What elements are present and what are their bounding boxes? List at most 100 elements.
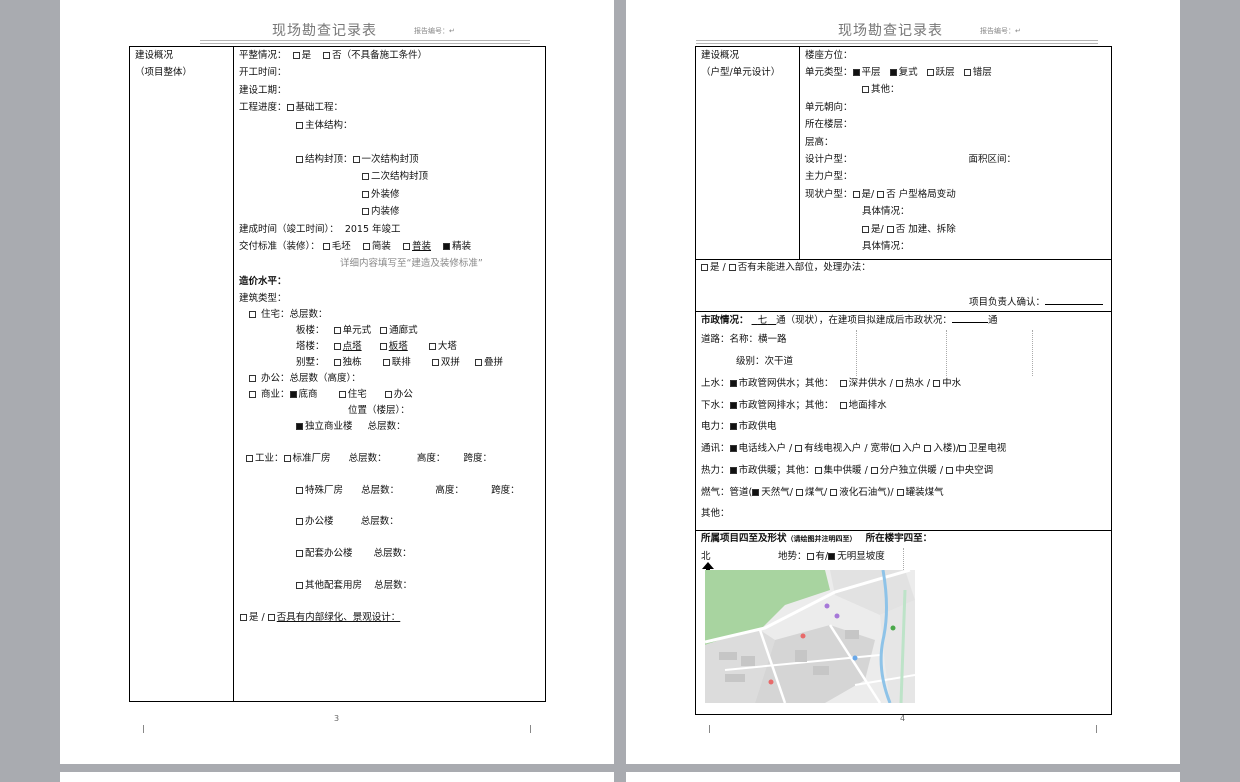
crop-mark xyxy=(709,725,710,733)
checkbox-icon[interactable] xyxy=(362,243,370,250)
checkbox-icon[interactable] xyxy=(870,467,878,474)
table-divider xyxy=(799,46,800,259)
checkbox-icon[interactable] xyxy=(729,380,737,387)
checkbox-icon[interactable] xyxy=(382,359,390,366)
checkbox-icon[interactable] xyxy=(249,375,256,382)
checkbox-icon[interactable] xyxy=(296,122,303,129)
capping-2-row: 二次结构封顶 xyxy=(362,171,428,183)
specifics-label: 具体情况： xyxy=(862,206,910,217)
checkbox-icon[interactable] xyxy=(926,69,934,76)
section-label: 建设概况 xyxy=(135,50,174,61)
checkbox-icon[interactable] xyxy=(249,311,256,318)
checkbox-icon[interactable] xyxy=(296,550,303,557)
greening-row: 是 / 否具有内部绿化、景观设计： xyxy=(240,612,400,624)
section-sublabel: （户型/单元设计） xyxy=(701,67,781,78)
checkbox-icon[interactable] xyxy=(246,455,253,462)
heat-row: 热力： 市政供暖；其他： 集中供暖 / 分户独立供暖 / 中央空调 xyxy=(701,465,994,476)
checkbox-icon[interactable] xyxy=(752,489,760,496)
doc-title: 现场勘查记录表 xyxy=(838,23,943,39)
checkbox-icon[interactable] xyxy=(267,614,275,621)
unit-other-row: 其他： xyxy=(862,84,900,96)
special-plant-row: 特殊厂房 总层数： 高度： 跨度： xyxy=(296,485,520,497)
checkbox-icon[interactable] xyxy=(729,445,737,452)
checkbox-icon[interactable] xyxy=(893,445,901,452)
checkbox-icon[interactable] xyxy=(830,489,838,496)
checkbox-icon[interactable] xyxy=(828,553,836,560)
checkbox-icon[interactable] xyxy=(933,380,941,387)
checkbox-icon[interactable] xyxy=(886,226,894,233)
checkbox-icon[interactable] xyxy=(729,467,737,474)
checkbox-icon[interactable] xyxy=(362,191,369,198)
checkbox-icon[interactable] xyxy=(795,489,803,496)
building-type-label: 建筑类型： xyxy=(239,293,287,304)
checkbox-icon[interactable] xyxy=(428,343,436,350)
office-row: 办公：总层数（高度）： xyxy=(249,373,361,385)
checkbox-icon[interactable] xyxy=(338,391,346,398)
delivery-row: 交付标准（装修）： 毛坯 简装 普装 精装 xyxy=(239,241,472,252)
next-page-right xyxy=(626,772,1180,782)
checkbox-icon[interactable] xyxy=(729,402,737,409)
checkbox-icon[interactable] xyxy=(286,104,294,111)
checkbox-icon[interactable] xyxy=(333,343,341,350)
start-time-label: 开工时间： xyxy=(239,67,287,78)
industrial-row: 工业： 标准厂房 总层数： 高度： 跨度： xyxy=(246,453,492,465)
checkbox-icon[interactable] xyxy=(283,455,291,462)
checkbox-icon[interactable] xyxy=(862,226,869,233)
checkbox-icon[interactable] xyxy=(296,487,303,494)
checkbox-icon[interactable] xyxy=(333,327,341,334)
checkbox-icon[interactable] xyxy=(323,52,331,59)
checkbox-icon[interactable] xyxy=(289,391,297,398)
checkbox-icon[interactable] xyxy=(852,191,860,198)
checkbox-icon[interactable] xyxy=(249,391,256,398)
checkbox-icon[interactable] xyxy=(362,173,369,180)
checkbox-icon[interactable] xyxy=(701,264,708,271)
checkbox-icon[interactable] xyxy=(296,518,303,525)
road-row: 道路：名称：横一路 xyxy=(701,334,787,345)
current-type-row: 现状户型： 是/ 否 户型格局变动 xyxy=(805,189,956,200)
report-number-label: 报告编号：↵ xyxy=(980,27,1021,35)
checkbox-icon[interactable] xyxy=(728,264,736,271)
checkbox-icon[interactable] xyxy=(963,69,971,76)
checkbox-icon[interactable] xyxy=(959,445,967,452)
checkbox-icon[interactable] xyxy=(839,380,847,387)
checkbox-icon[interactable] xyxy=(852,69,860,76)
checkbox-icon[interactable] xyxy=(240,614,247,621)
checkbox-icon[interactable] xyxy=(729,423,737,430)
checkbox-icon[interactable] xyxy=(795,445,803,452)
unit-facing-label: 单元朝向： xyxy=(805,102,853,113)
checkbox-icon[interactable] xyxy=(379,343,387,350)
checkbox-icon[interactable] xyxy=(946,467,954,474)
checkbox-icon[interactable] xyxy=(862,86,869,93)
checkbox-icon[interactable] xyxy=(895,380,903,387)
checkbox-icon[interactable] xyxy=(877,191,885,198)
checkbox-icon[interactable] xyxy=(475,359,483,366)
checkbox-icon[interactable] xyxy=(443,243,451,250)
checkbox-icon[interactable] xyxy=(296,582,303,589)
checkbox-icon[interactable] xyxy=(380,327,388,334)
surroundings-row: 所属项目四至及形状（请绘图并注明四至） 所在楼宇四至： xyxy=(701,533,933,544)
power-row: 电力： 市政供电 xyxy=(701,421,777,432)
page-number: 3 xyxy=(334,714,340,723)
checkbox-icon[interactable] xyxy=(814,467,822,474)
checkbox-icon[interactable] xyxy=(403,243,411,250)
checkbox-icon[interactable] xyxy=(362,208,369,215)
checkbox-icon[interactable] xyxy=(296,423,303,430)
checkbox-icon[interactable] xyxy=(292,52,300,59)
checkbox-icon[interactable] xyxy=(431,359,439,366)
checkbox-icon[interactable] xyxy=(839,402,847,409)
floor-height-label: 层高： xyxy=(805,137,834,148)
checkbox-icon[interactable] xyxy=(896,489,904,496)
checkbox-icon[interactable] xyxy=(924,445,932,452)
checkbox-icon[interactable] xyxy=(322,243,330,250)
checkbox-icon[interactable] xyxy=(296,156,303,163)
commercial-position: 位置（楼层）： xyxy=(348,405,410,416)
flatness-row: 平整情况： 是 否（不具备施工条件） xyxy=(239,50,428,61)
checkbox-icon[interactable] xyxy=(384,391,392,398)
checkbox-icon[interactable] xyxy=(889,69,897,76)
checkbox-icon[interactable] xyxy=(333,359,341,366)
commercial-row: 商业： 底商 住宅 办公 xyxy=(249,389,413,401)
checkbox-icon[interactable] xyxy=(806,553,814,560)
report-number-label: 报告编号：↵ xyxy=(414,27,455,35)
next-page-left xyxy=(60,772,614,782)
checkbox-icon[interactable] xyxy=(352,156,360,163)
